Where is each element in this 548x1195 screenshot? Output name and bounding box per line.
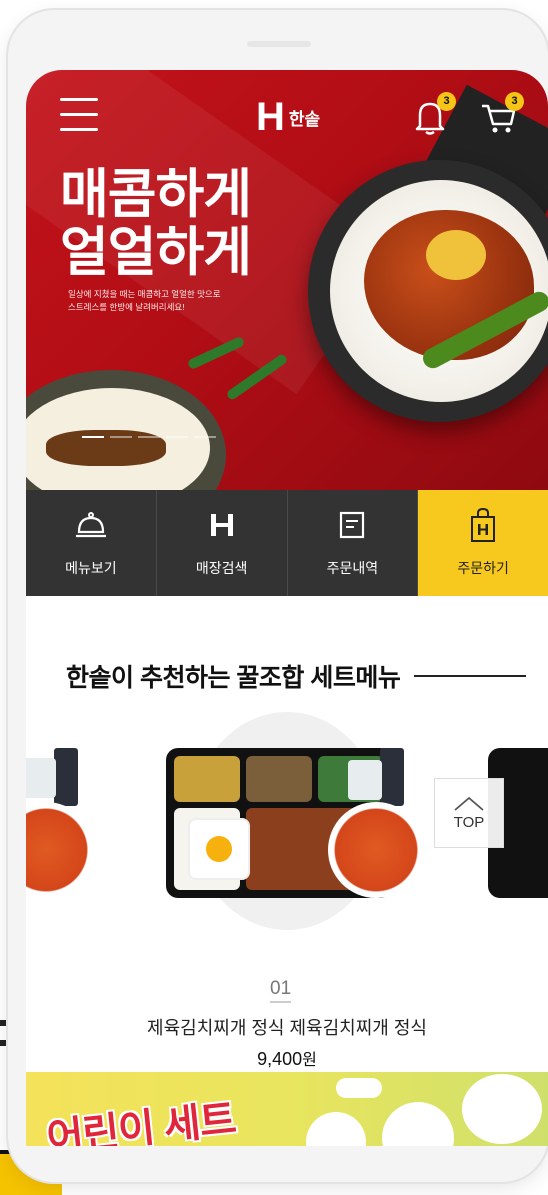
hero-dot[interactable] xyxy=(110,436,132,438)
menu-icon[interactable] xyxy=(60,98,98,132)
hero-garnish-image xyxy=(426,230,486,280)
quick-menu-label: 매장검색 xyxy=(195,560,248,576)
hero-dot[interactable] xyxy=(166,436,188,438)
item-price: 9,400원 xyxy=(26,1046,548,1070)
hero-title: 매콤하게 얼얼하게 xyxy=(60,166,280,282)
scroll-top-label: TOP xyxy=(453,813,485,831)
cart-button[interactable]: 3 xyxy=(480,92,524,136)
hero-title-line: 얼얼하게 xyxy=(60,223,252,282)
app-screen: 매콤하게 얼얼하게 일상에 지쳤을 때는 매콤하고 얼얼한 맛으로 스트레스를 … xyxy=(26,70,548,1146)
quick-menu-label: 주문내역 xyxy=(326,560,379,576)
phone-speaker xyxy=(247,41,311,47)
quick-menu-item-history[interactable]: 주문내역 xyxy=(287,490,419,596)
quick-menu-item-store[interactable]: 매장검색 xyxy=(156,490,288,596)
phone-frame: 매콤하게 얼얼하게 일상에 지쳤을 때는 매콤하고 얼얼한 맛으로 스트레스를 … xyxy=(8,10,548,1182)
scroll-top-button[interactable]: TOP xyxy=(434,778,504,848)
hero-title-line: 매콤하게 xyxy=(60,165,252,224)
chevron-up-icon xyxy=(454,796,484,811)
kids-set-banner[interactable]: 어린이 세트 xyxy=(26,1072,548,1146)
side-dish-image xyxy=(246,756,312,802)
drink-image xyxy=(54,748,78,806)
kimchi-stew-image xyxy=(26,802,94,898)
hero-subtitle: 일상에 지쳤을 때는 매콤하고 얼얼한 맛으로 스트레스를 한방에 날려버리세요… xyxy=(68,288,288,314)
brand-logo[interactable]: H 한솥 xyxy=(256,95,321,139)
store-logo-icon xyxy=(205,508,239,542)
fried-egg-image xyxy=(190,820,248,878)
hero-subtitle-line: 일상에 지쳤을 때는 매콤하고 얼얼한 맛으로 xyxy=(68,289,221,299)
app-header: H 한솥 3 3 xyxy=(26,70,548,160)
logo-text: 한솥 xyxy=(288,109,321,129)
hero-subtitle-line: 스트레스를 한방에 날려버리세요! xyxy=(68,302,185,312)
cloche-icon xyxy=(74,508,108,542)
hero-dot[interactable] xyxy=(138,436,160,438)
hero-dot[interactable] xyxy=(194,436,216,438)
rice-image xyxy=(174,808,248,890)
drink-image xyxy=(380,748,404,806)
cup-image xyxy=(26,758,56,798)
quick-menu-item-menu[interactable]: 메뉴보기 xyxy=(26,490,157,596)
quick-menu-label: 메뉴보기 xyxy=(65,560,117,576)
hero-dot[interactable] xyxy=(82,436,104,438)
notification-button[interactable]: 3 xyxy=(412,92,456,136)
notification-badge: 3 xyxy=(437,92,456,111)
receipt-icon xyxy=(335,508,369,542)
cart-badge: 3 xyxy=(505,92,524,111)
recommend-section-header: 한솥이 추천하는 꿀조합 세트메뉴 xyxy=(66,658,526,694)
cup-image xyxy=(348,760,382,800)
kids-banner-title: 어린이 세트 xyxy=(44,1097,238,1146)
quick-menu-bar: 메뉴보기 매장검색 주문내역 주문하기 xyxy=(26,490,548,596)
kids-food-image xyxy=(382,1102,454,1146)
cloud-shape xyxy=(336,1078,382,1098)
quick-menu-label: 주문하기 xyxy=(457,560,509,576)
item-name[interactable]: 제육김치찌개 정식 제육김치찌개 정식 xyxy=(26,1014,548,1040)
set-menu-carousel[interactable]: 01 제육김치찌개 정식 제육김치찌개 정식 9,400원 xyxy=(26,710,548,1070)
hero-pagination[interactable] xyxy=(82,436,216,438)
hero-chili-image xyxy=(186,335,246,371)
quick-menu-item-order[interactable]: 주문하기 xyxy=(418,490,548,596)
item-index: 01 xyxy=(270,978,292,1003)
logo-mark: H xyxy=(256,95,285,139)
kids-food-image xyxy=(462,1074,542,1144)
section-divider xyxy=(414,675,526,677)
price-currency: 원 xyxy=(302,1052,317,1069)
section-title: 한솥이 추천하는 꿀조합 세트메뉴 xyxy=(66,664,401,692)
shopping-bag-icon xyxy=(466,507,500,542)
side-dish-image xyxy=(174,756,240,802)
kimchi-stew-image xyxy=(328,802,424,898)
price-value: 9,400 xyxy=(257,1049,303,1069)
